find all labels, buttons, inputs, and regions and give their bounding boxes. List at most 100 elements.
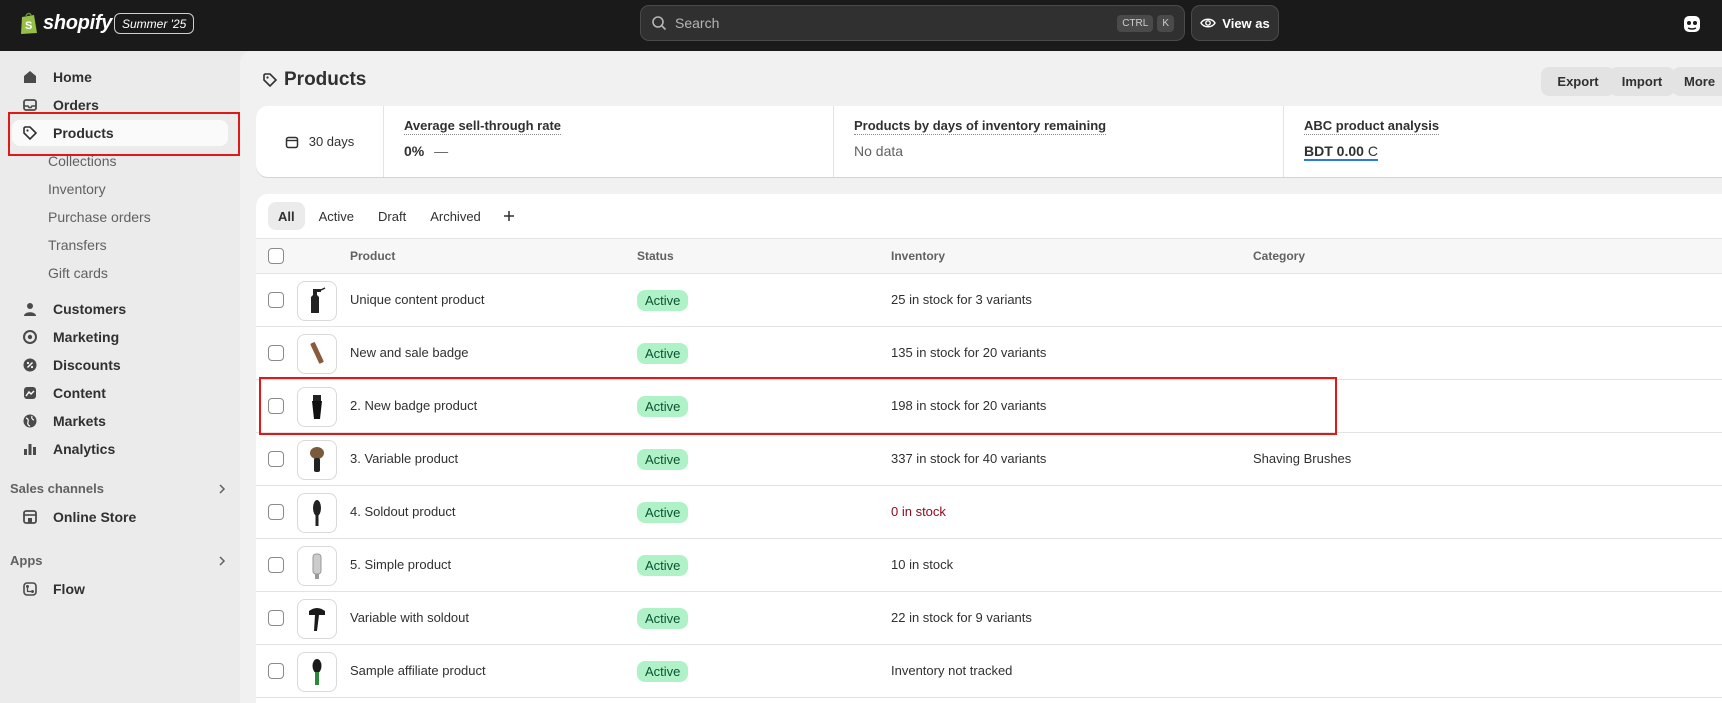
row-checkbox[interactable] bbox=[268, 504, 284, 520]
column-header-category[interactable]: Category bbox=[1253, 249, 1305, 263]
product-name[interactable]: Sample affiliate product bbox=[350, 663, 486, 678]
sidebar-item-discounts[interactable]: Discounts bbox=[12, 352, 228, 378]
export-button[interactable]: Export bbox=[1541, 67, 1615, 96]
product-thumbnail[interactable] bbox=[297, 493, 337, 533]
sidebar-sub-gift-cards[interactable]: Gift cards bbox=[48, 262, 108, 284]
product-image-icon bbox=[310, 447, 324, 472]
tab-active[interactable]: Active bbox=[309, 202, 364, 230]
sidebar-item-flow[interactable]: Flow bbox=[12, 576, 228, 602]
product-thumbnail[interactable] bbox=[297, 387, 337, 427]
row-checkbox[interactable] bbox=[268, 345, 284, 361]
sidebar-item-orders[interactable]: Orders bbox=[12, 92, 228, 118]
product-thumbnail[interactable] bbox=[297, 281, 337, 321]
sidebar-item-label: Markets bbox=[53, 413, 106, 429]
row-checkbox[interactable] bbox=[268, 398, 284, 414]
shopify-logo[interactable]: S shopify bbox=[19, 11, 112, 35]
flow-icon bbox=[23, 582, 37, 596]
table-row[interactable]: New and sale badge Active 135 in stock for… bbox=[256, 327, 1722, 380]
table-row[interactable]: Sample affiliate product Active Inventory … bbox=[256, 645, 1722, 698]
sidebar-item-markets[interactable]: Markets bbox=[12, 408, 228, 434]
metric-days-inventory[interactable]: Products by days of inventory remaining … bbox=[834, 106, 1284, 177]
edition-badge[interactable]: Summer '25 bbox=[114, 13, 195, 34]
column-header-status[interactable]: Status bbox=[637, 249, 674, 263]
sidebar-sub-inventory[interactable]: Inventory bbox=[48, 178, 106, 200]
status-badge: Active bbox=[637, 661, 689, 682]
content-icon bbox=[24, 387, 36, 399]
product-image-icon bbox=[312, 395, 322, 419]
sidebar-item-label: Content bbox=[53, 385, 106, 401]
row-checkbox[interactable] bbox=[268, 292, 284, 308]
product-name[interactable]: 4. Soldout product bbox=[350, 504, 456, 519]
sidebar: Home Orders Products Collections Invento… bbox=[0, 51, 240, 703]
sidebar-section-apps[interactable]: Apps bbox=[10, 553, 228, 568]
product-name[interactable]: 5. Simple product bbox=[350, 557, 451, 572]
product-thumbnail[interactable] bbox=[297, 652, 337, 692]
more-actions-button[interactable]: More bbox=[1672, 67, 1722, 96]
table-row[interactable]: Unique content product Active 25 in stock … bbox=[256, 274, 1722, 327]
period-selector[interactable]: 30 days bbox=[256, 106, 384, 177]
table-row[interactable]: Variable with soldout Active 22 in stock f… bbox=[256, 592, 1722, 645]
tab-archived[interactable]: Archived bbox=[420, 202, 491, 230]
user-avatar-icon[interactable] bbox=[1682, 14, 1702, 34]
period-label: 30 days bbox=[308, 134, 355, 149]
add-view-button[interactable] bbox=[495, 202, 523, 230]
view-as-label: View as bbox=[1222, 15, 1270, 31]
product-name[interactable]: 2. New badge product bbox=[350, 398, 477, 413]
sidebar-item-label: Discounts bbox=[53, 357, 121, 373]
product-name[interactable]: New and sale badge bbox=[350, 345, 469, 360]
import-button[interactable]: Import bbox=[1609, 67, 1675, 96]
sidebar-item-analytics[interactable]: Analytics bbox=[12, 436, 228, 462]
product-image-icon bbox=[313, 500, 321, 526]
tab-all[interactable]: All bbox=[268, 202, 305, 230]
product-thumbnail[interactable] bbox=[297, 546, 337, 586]
table-row[interactable]: 3. Variable product Active 337 in stock fo… bbox=[256, 433, 1722, 486]
search-input[interactable]: Search bbox=[675, 15, 1113, 31]
sidebar-sub-transfers[interactable]: Transfers bbox=[48, 234, 107, 256]
search-icon bbox=[652, 16, 667, 31]
product-name[interactable]: 3. Variable product bbox=[350, 451, 458, 466]
products-table-card: All Active Draft Archived Product Status… bbox=[256, 194, 1722, 703]
table-row[interactable]: 4. Soldout product Active 0 in stock bbox=[256, 486, 1722, 539]
table-row[interactable]: 5. Simple product Active 10 in stock bbox=[256, 539, 1722, 592]
metric-abc-analysis[interactable]: ABC product analysis BDT 0.00 C bbox=[1284, 106, 1722, 177]
product-thumbnail[interactable] bbox=[297, 440, 337, 480]
product-image-icon bbox=[312, 659, 322, 685]
sidebar-item-products[interactable]: Products bbox=[12, 120, 228, 146]
product-name[interactable]: Unique content product bbox=[350, 292, 484, 307]
row-checkbox[interactable] bbox=[268, 557, 284, 573]
metric-value: No data bbox=[854, 143, 904, 159]
chevron-right-icon bbox=[219, 483, 226, 494]
product-thumbnail[interactable] bbox=[297, 334, 337, 374]
sidebar-item-marketing[interactable]: Marketing bbox=[12, 324, 228, 350]
inventory-value: 337 in stock for 40 variants bbox=[891, 451, 1047, 466]
calendar-icon bbox=[285, 136, 298, 148]
eye-icon bbox=[1200, 18, 1217, 28]
sidebar-sub-purchase-orders[interactable]: Purchase orders bbox=[48, 206, 151, 228]
view-as-button[interactable]: View as bbox=[1191, 5, 1279, 41]
tab-draft[interactable]: Draft bbox=[368, 202, 416, 230]
globe-icon bbox=[23, 414, 37, 428]
sidebar-item-content[interactable]: Content bbox=[12, 380, 228, 406]
sidebar-item-home[interactable]: Home bbox=[12, 64, 228, 90]
store-icon bbox=[23, 510, 37, 524]
row-checkbox[interactable] bbox=[268, 663, 284, 679]
sidebar-item-customers[interactable]: Customers bbox=[12, 296, 228, 322]
row-checkbox[interactable] bbox=[268, 610, 284, 626]
product-image-icon bbox=[312, 553, 322, 579]
column-header-product[interactable]: Product bbox=[350, 249, 395, 263]
product-image-icon bbox=[310, 342, 324, 364]
select-all-checkbox[interactable] bbox=[268, 248, 284, 264]
column-header-inventory[interactable]: Inventory bbox=[891, 249, 945, 263]
row-checkbox[interactable] bbox=[268, 451, 284, 467]
sidebar-section-sales-channels[interactable]: Sales channels bbox=[10, 481, 228, 496]
sidebar-sub-collections[interactable]: Collections bbox=[48, 150, 116, 172]
product-name[interactable]: Variable with soldout bbox=[350, 610, 469, 625]
metric-sell-through[interactable]: Average sell-through rate 0% — bbox=[384, 106, 834, 177]
product-thumbnail[interactable] bbox=[297, 599, 337, 639]
search-bar[interactable]: Search CTRL K bbox=[640, 5, 1185, 41]
trend-indicator: — bbox=[434, 143, 449, 159]
sidebar-item-online-store[interactable]: Online Store bbox=[12, 504, 228, 530]
table-row[interactable]: 2. New badge product Active 198 in stock f… bbox=[256, 380, 1722, 433]
inventory-value: 0 in stock bbox=[891, 504, 946, 519]
sidebar-item-label: Online Store bbox=[53, 509, 137, 525]
